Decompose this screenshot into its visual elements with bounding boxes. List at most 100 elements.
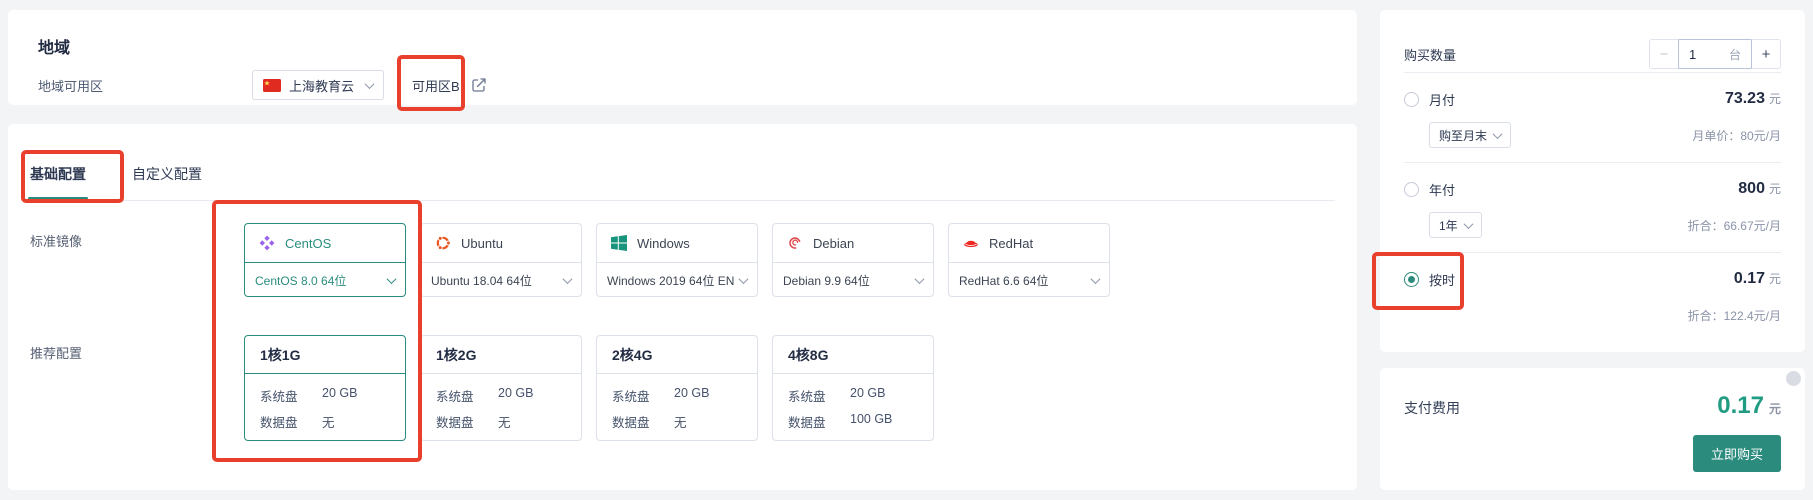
image-section: 标准镜像 CentOS CentOS 8.0 64位 (30, 223, 1335, 297)
os-card-redhat[interactable]: RedHat RedHat 6.6 64位 (948, 223, 1110, 297)
os-card-debian[interactable]: Debian Debian 9.9 64位 (772, 223, 934, 297)
currency-unit: 元 (1769, 272, 1781, 286)
monthly-duration-select[interactable]: 购至月末 (1429, 122, 1511, 148)
spec-name: 2核4G (597, 336, 757, 374)
pay-option-note: 折合：122.4元/月 (1688, 307, 1781, 324)
ubuntu-icon (435, 235, 451, 251)
yearly-duration-select[interactable]: 1年 (1429, 212, 1482, 238)
windows-icon (611, 235, 627, 251)
quantity-plus-button[interactable]: + (1752, 40, 1780, 68)
pay-fee-row: 支付费用 0.17元 (1404, 368, 1781, 420)
data-disk-label: 数据盘 (260, 412, 322, 431)
os-card-ubuntu-header: Ubuntu (421, 224, 581, 263)
spec-card-2c4g[interactable]: 2核4G 系统盘 20 GB 数据盘 无 (596, 335, 758, 441)
chevron-down-icon (387, 274, 397, 284)
pay-option-hourly-sub: 折合：122.4元/月 (1404, 302, 1781, 328)
system-disk-value: 20 GB (850, 386, 918, 405)
centos-icon (259, 235, 275, 251)
os-version-select-ubuntu[interactable]: Ubuntu 18.04 64位 (421, 263, 581, 297)
buy-now-button[interactable]: 立即购买 (1693, 435, 1781, 472)
availability-zone[interactable]: 可用区B (406, 70, 466, 101)
os-card-windows-header: Windows (597, 224, 757, 263)
data-disk-value: 无 (498, 412, 566, 431)
pay-option-yearly-sub: 1年 折合：66.67元/月 (1404, 212, 1781, 238)
spec-card-1c1g[interactable]: 1核1G 系统盘 20 GB 数据盘 无 (244, 335, 406, 441)
chevron-down-icon (1091, 274, 1101, 284)
pay-option-monthly-row: 月付 73.23 元 (1404, 88, 1781, 110)
os-card-centos[interactable]: CentOS CentOS 8.0 64位 (244, 223, 406, 297)
quantity-value: 1 (1689, 47, 1696, 62)
scroll-dot (1786, 371, 1801, 386)
purchase-page: 地域 地域可用区 上海教育云 可用区B (0, 0, 1813, 500)
region-select-value: 上海教育云 (289, 76, 354, 95)
quantity-input[interactable]: 1 台 (1678, 39, 1752, 69)
spec-name: 1核2G (421, 336, 581, 374)
system-disk-label: 系统盘 (260, 386, 322, 405)
pay-card: 支付费用 0.17元 立即购买 (1380, 368, 1805, 490)
tab-basic-config[interactable]: 基础配置 (30, 164, 86, 200)
spec-body: 系统盘 20 GB 数据盘 无 (245, 374, 405, 443)
os-version-value: Debian 9.9 64位 (783, 272, 870, 289)
region-section-title: 地域 (38, 34, 70, 58)
tab-custom-config[interactable]: 自定义配置 (132, 164, 202, 200)
region-card: 地域 地域可用区 上海教育云 可用区B (8, 10, 1357, 105)
os-version-select-centos[interactable]: CentOS 8.0 64位 (245, 263, 405, 297)
system-disk-value: 20 GB (498, 386, 566, 405)
spec-section: 推荐配置 1核1G 系统盘 20 GB 数据盘 无 1核2G 系统盘 20 G (30, 335, 1335, 441)
os-card-debian-header: Debian (773, 224, 933, 263)
system-disk-label: 系统盘 (436, 386, 498, 405)
spec-section-label: 推荐配置 (30, 335, 244, 441)
data-disk-label: 数据盘 (788, 412, 850, 431)
os-version-value: RedHat 6.6 64位 (959, 272, 1048, 289)
system-disk-value: 20 GB (322, 386, 390, 405)
quantity-minus-button[interactable]: − (1650, 40, 1678, 68)
os-name: Windows (637, 236, 690, 251)
chevron-down-icon (739, 274, 749, 284)
os-card-windows[interactable]: Windows Windows 2019 64位 EN (596, 223, 758, 297)
redhat-icon (963, 235, 979, 251)
tab-custom-config-label: 自定义配置 (132, 166, 202, 182)
pay-fee-label: 支付费用 (1404, 398, 1460, 418)
price-value: 0.17 (1734, 270, 1765, 287)
pay-option-label: 月付 (1429, 90, 1455, 109)
pay-option-monthly: 月付 73.23元 购至月末 月单价：80元/月 (1404, 73, 1781, 162)
pay-option-label: 年付 (1429, 180, 1455, 199)
region-row: 地域可用区 上海教育云 可用区B (38, 70, 1387, 100)
chevron-down-icon (365, 79, 375, 89)
chevron-down-icon (1463, 219, 1473, 229)
china-flag-icon (263, 79, 281, 92)
data-disk-value: 无 (322, 412, 390, 431)
pay-option-note: 折合：66.67元/月 (1688, 217, 1781, 234)
os-version-select-redhat[interactable]: RedHat 6.6 64位 (949, 263, 1109, 297)
pay-option-label: 按时 (1429, 270, 1455, 289)
spec-card-4c8g[interactable]: 4核8G 系统盘 20 GB 数据盘 100 GB (772, 335, 934, 441)
quantity-label: 购买数量 (1404, 45, 1456, 64)
pay-option-yearly-row: 年付 800元 (1404, 178, 1781, 200)
spec-card-1c2g[interactable]: 1核2G 系统盘 20 GB 数据盘 无 (420, 335, 582, 441)
radio-hourly[interactable] (1404, 272, 1419, 287)
tab-basic-config-label: 基础配置 (30, 166, 86, 182)
os-card-ubuntu[interactable]: Ubuntu Ubuntu 18.04 64位 (420, 223, 582, 297)
region-select[interactable]: 上海教育云 (252, 70, 384, 100)
os-version-value: CentOS 8.0 64位 (255, 272, 346, 289)
price-value: 73.23 (1725, 90, 1765, 107)
pay-option-yearly: 年付 800元 1年 折合：66.67元/月 (1404, 163, 1781, 252)
spec-name: 1核1G (245, 336, 405, 374)
os-name: Debian (813, 236, 854, 251)
spec-cards-row: 1核1G 系统盘 20 GB 数据盘 无 1核2G 系统盘 20 GB 数据盘 … (244, 335, 934, 441)
os-version-value: Windows 2019 64位 EN (607, 272, 734, 289)
radio-monthly[interactable] (1404, 92, 1419, 107)
edit-icon[interactable] (472, 78, 486, 92)
pay-fee-price: 0.17元 (1717, 392, 1781, 420)
chevron-down-icon (563, 274, 573, 284)
os-version-value: Ubuntu 18.04 64位 (431, 272, 532, 289)
os-version-select-windows[interactable]: Windows 2019 64位 EN (597, 263, 757, 297)
quantity-row: 购买数量 − 1 台 + (1404, 10, 1781, 72)
system-disk-value: 20 GB (674, 386, 742, 405)
pay-option-price: 800元 (1738, 180, 1781, 198)
radio-yearly[interactable] (1404, 182, 1419, 197)
os-version-select-debian[interactable]: Debian 9.9 64位 (773, 263, 933, 297)
debian-icon (787, 235, 803, 251)
spec-body: 系统盘 20 GB 数据盘 无 (421, 374, 581, 443)
currency-unit: 元 (1769, 92, 1781, 106)
